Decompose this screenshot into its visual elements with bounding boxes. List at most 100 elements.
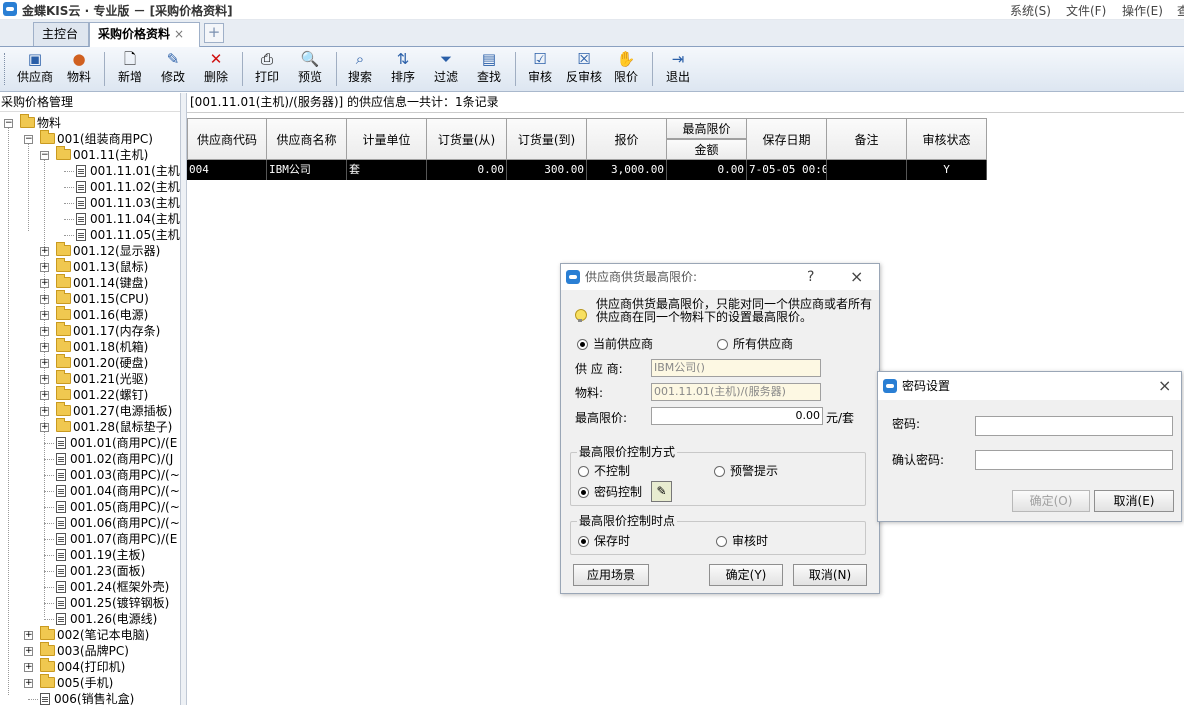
tree-item[interactable]: 001.26(电源线) [56,611,157,627]
ok-button[interactable]: 确定(Y) [709,564,783,586]
unaudit-button[interactable]: ☒ 反审核 [562,50,606,90]
tree-item[interactable]: 001.20(硬盘) [56,354,148,371]
ok-button[interactable]: 确定(O) [1012,490,1090,512]
column-header[interactable]: 计量单位 [347,118,427,160]
tree-item[interactable]: 001.02(商用PC)/(J [56,451,173,467]
column-header[interactable]: 审核状态 [907,118,987,160]
tree-item[interactable]: 001.18(机箱) [56,338,148,355]
tree-expander-icon[interactable]: + [40,279,49,288]
tab-console[interactable]: 主控台 [33,22,89,46]
password-setting-icon[interactable]: ✎ [651,481,672,502]
close-icon[interactable]: × [850,264,863,290]
tree-item[interactable]: 001.21(光驱) [56,370,148,387]
find-button[interactable]: ▤ 查找 [472,50,506,90]
password-control-radio[interactable] [578,487,589,498]
search-button[interactable]: ⌕ 搜索 [343,50,377,90]
add-tab-icon[interactable]: + [204,23,224,43]
new-button[interactable]: 🗋 新增 [113,50,147,90]
tree-item[interactable]: 001.11.04(主机 [76,211,180,227]
tree-item[interactable]: 001.11.02(主机 [76,179,180,195]
tree-item[interactable]: 005(手机) [40,674,113,691]
tree-item[interactable]: 001.16(电源) [56,306,148,323]
tree-item[interactable]: 001.13(鼠标) [56,258,148,275]
menu-more[interactable]: 查 [1177,2,1184,19]
tab-purchase-price[interactable]: 采购价格资料 × [89,22,200,47]
tree-expander-icon[interactable]: + [40,343,49,352]
exit-button[interactable]: ⇥ 退出 [660,50,696,90]
column-header[interactable]: 订货量(到) [507,118,587,160]
tree-item[interactable]: 001.22(螺钉) [56,386,148,403]
material-button[interactable]: ● 物料 [62,50,96,90]
audit-button[interactable]: ☑ 审核 [522,50,558,90]
tree-item[interactable]: 物料 [20,114,61,131]
column-header[interactable]: 最高限价 [667,118,747,139]
preview-button[interactable]: 🔍 预览 [293,50,327,90]
on-audit-radio[interactable] [716,536,727,547]
column-header[interactable]: 报价 [587,118,667,160]
tree-item[interactable]: 001.15(CPU) [56,290,149,307]
tree-item[interactable]: 001.06(商用PC)/(~ [56,515,180,531]
tree-item[interactable]: 001.17(内存条) [56,322,160,339]
tree-item[interactable]: 001.19(主板) [56,547,145,563]
tree-item[interactable]: 001.24(框架外壳) [56,579,169,595]
tree-item[interactable]: 001.11.01(主机 [76,163,180,179]
tree-item[interactable]: 001.23(面板) [56,563,145,579]
tree-expander-icon[interactable]: + [40,295,49,304]
price-limit-button[interactable]: ✋ 限价 [609,50,643,90]
filter-button[interactable]: ⏷ 过滤 [429,50,463,90]
tree-expander-icon[interactable]: + [40,423,49,432]
tree-item[interactable]: 001.04(商用PC)/(~ [56,483,180,499]
tree-expander-icon[interactable]: + [40,247,49,256]
tree-item[interactable]: 001.28(鼠标垫子) [56,418,172,435]
tree-expander-icon[interactable]: + [40,375,49,384]
tree-item[interactable]: 001.25(镀锌钢板) [56,595,169,611]
column-header[interactable]: 保存日期 [747,118,827,160]
delete-button[interactable]: ✕ 删除 [199,50,233,90]
column-header[interactable]: 订货量(从) [427,118,507,160]
max-price-input[interactable]: 0.00 [651,407,823,425]
column-header[interactable]: 供应商代码 [187,118,267,160]
tree-item[interactable]: 001(组装商用PC) [40,130,153,147]
print-button[interactable]: ⎙ 打印 [250,50,284,90]
cancel-button[interactable]: 取消(N) [793,564,867,586]
sort-button[interactable]: ⇅ 排序 [386,50,420,90]
tree-item[interactable]: 003(品牌PC) [40,642,129,659]
no-control-radio[interactable] [578,466,589,477]
tree-expander-icon[interactable]: + [40,263,49,272]
tree-item[interactable]: 001.07(商用PC)/(E [56,531,177,547]
tree-expander-icon[interactable]: + [24,647,33,656]
panel-splitter[interactable] [180,93,187,705]
tree-item[interactable]: 001.11(主机) [56,146,148,163]
tree-expander-icon[interactable]: + [40,407,49,416]
tree-item[interactable]: 001.11.05(主机 [76,227,180,243]
supplier-button[interactable]: ▣ 供应商 [14,50,56,90]
tree-expander-icon[interactable]: + [24,679,33,688]
tree-item[interactable]: 001.14(键盘) [56,274,148,291]
tab-close-icon[interactable]: × [174,27,184,41]
tree-item[interactable]: 004(打印机) [40,658,125,675]
tree-expander-icon[interactable]: − [40,151,49,160]
tree-item[interactable]: 001.01(商用PC)/(E [56,435,177,451]
tree-expander-icon[interactable]: + [24,631,33,640]
column-header[interactable]: 备注 [827,118,907,160]
warning-radio[interactable] [714,466,725,477]
tree-item[interactable]: 001.12(显示器) [56,242,160,259]
menu-file[interactable]: 文件(F) [1066,2,1106,19]
tree-expander-icon[interactable]: + [40,311,49,320]
tree-item[interactable]: 001.03(商用PC)/(~ [56,467,180,483]
tree-expander-icon[interactable]: + [24,663,33,672]
tree-expander-icon[interactable]: − [4,119,13,128]
cancel-button[interactable]: 取消(E) [1094,490,1174,512]
confirm-password-input[interactable] [975,450,1173,470]
help-icon[interactable]: ? [807,264,814,290]
tree-item[interactable]: 001.27(电源插板) [56,402,172,419]
tree-item[interactable]: 001.11.03(主机 [76,195,180,211]
scenario-button[interactable]: 应用场景 [573,564,649,586]
edit-button[interactable]: ✎ 修改 [156,50,190,90]
tree-item[interactable]: 002(笔记本电脑) [40,626,149,643]
menu-operation[interactable]: 操作(E) [1122,2,1163,19]
tree-item[interactable]: 001.05(商用PC)/(~ [56,499,180,515]
close-icon[interactable]: × [1158,372,1171,400]
tree-expander-icon[interactable]: + [40,391,49,400]
column-header[interactable]: 供应商名称 [267,118,347,160]
